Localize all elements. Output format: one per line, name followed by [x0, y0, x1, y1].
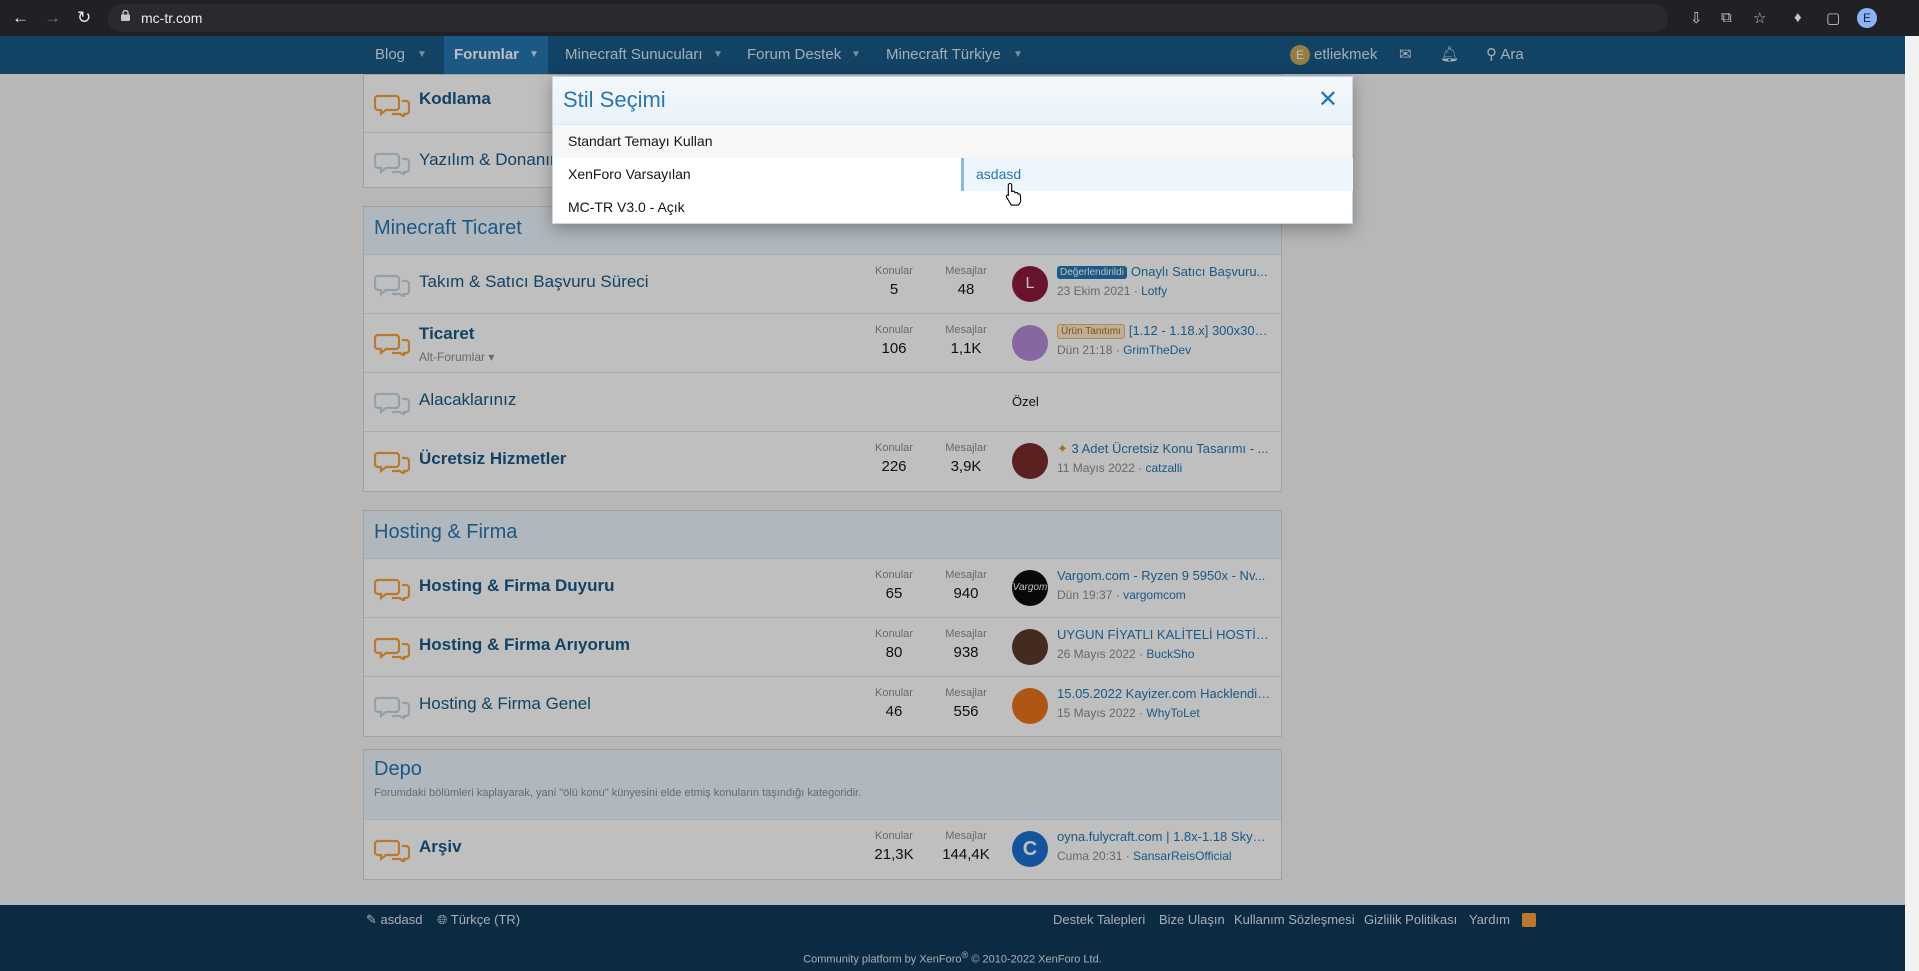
star-icon[interactable]: ☆ [1753, 9, 1766, 27]
modal-title: Stil Seçimi [563, 87, 666, 112]
style-option[interactable]: MC-TR V3.0 - Açık [553, 191, 1352, 224]
style-option[interactable]: Standart Temayı Kullan [553, 125, 1352, 158]
style-option-label[interactable]: MC-TR V3.0 - Açık [568, 199, 685, 215]
modal-backdrop[interactable] [0, 36, 1905, 74]
url-text[interactable]: mc-tr.com [141, 10, 202, 26]
extensions-icon[interactable]: ♦ [1794, 9, 1802, 26]
profile-avatar[interactable]: E [1857, 8, 1877, 28]
reload-icon[interactable]: ↻ [77, 8, 91, 28]
forward-icon[interactable]: → [44, 8, 61, 28]
page-scrollbar[interactable] [1905, 36, 1919, 971]
style-option[interactable]: XenForo Varsayılan asdasd [553, 158, 1353, 191]
address-bar[interactable] [108, 4, 1668, 32]
close-icon[interactable]: ✕ [1318, 85, 1338, 114]
style-option-label[interactable]: Standart Temayı Kullan [568, 133, 713, 149]
share-icon[interactable]: ⧉ [1721, 9, 1732, 26]
install-icon[interactable]: ⇩ [1690, 9, 1703, 27]
style-chooser-modal: Stil Seçimi ✕ Standart Temayı Kullan Xen… [552, 76, 1353, 224]
style-child-label[interactable]: asdasd [976, 166, 1021, 182]
pointer-cursor-icon [1005, 182, 1022, 206]
browser-toolbar: ← → ↻ mc-tr.com ⇩ ⧉ ☆ ♦ ▢ E [0, 0, 1919, 36]
sidepanel-icon[interactable]: ▢ [1826, 9, 1840, 27]
lock-icon[interactable] [121, 10, 130, 21]
style-option-label[interactable]: XenForo Varsayılan [568, 166, 691, 182]
modal-header: Stil Seçimi ✕ [553, 77, 1352, 125]
back-icon[interactable]: ← [12, 8, 29, 28]
